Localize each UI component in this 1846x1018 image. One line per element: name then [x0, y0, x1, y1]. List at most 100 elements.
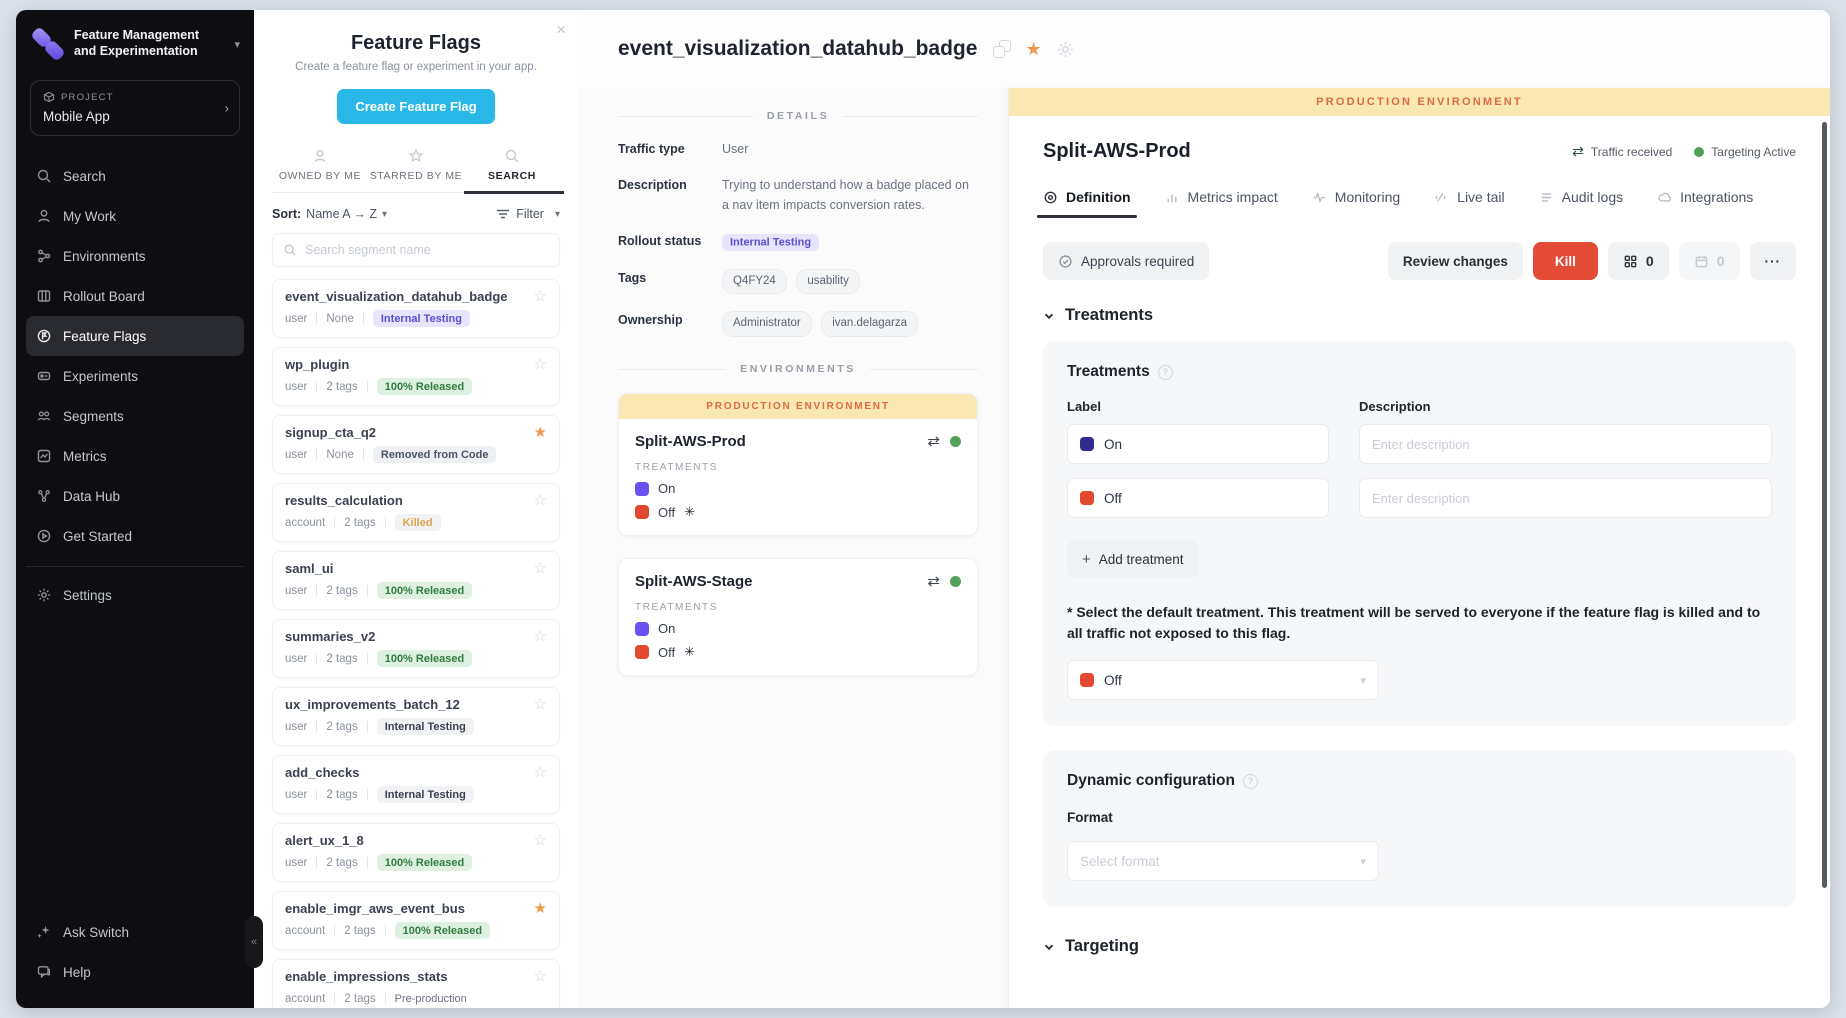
tab-audit-logs[interactable]: Audit logs — [1539, 189, 1623, 218]
flag-name: signup_cta_q2 — [285, 425, 534, 440]
list-item[interactable]: signup_cta_q2★ userNoneRemoved from Code — [272, 415, 560, 474]
targeting-section-header[interactable]: Targeting — [1043, 937, 1796, 956]
treatment-label-field-on[interactable]: On — [1067, 424, 1329, 464]
format-select[interactable]: Select format ▾ — [1067, 841, 1379, 881]
treatment-label-field-off[interactable]: Off — [1067, 478, 1329, 518]
star-icon — [408, 148, 424, 164]
person-icon — [36, 208, 52, 224]
treatment-description-input[interactable] — [1372, 437, 1759, 452]
list-item[interactable]: results_calculation☆ account2 tagsKilled — [272, 483, 560, 542]
tab-metrics-impact[interactable]: Metrics impact — [1165, 189, 1278, 218]
list-item[interactable]: wp_plugin☆ user2 tags100% Released — [272, 347, 560, 406]
review-changes-button[interactable]: Review changes — [1388, 242, 1523, 280]
sidebar-item-my-work[interactable]: My Work — [26, 196, 244, 236]
list-item[interactable]: summaries_v2☆ user2 tags100% Released — [272, 619, 560, 678]
chart-icon — [36, 448, 52, 464]
sidebar-item-environments[interactable]: Environments — [26, 236, 244, 276]
tab-integrations[interactable]: Integrations — [1657, 189, 1753, 218]
tab-owned-by-me[interactable]: OWNED BY ME — [272, 142, 368, 192]
tab-definition[interactable]: Definition — [1043, 189, 1131, 218]
flags-panel-title: Feature Flags — [272, 32, 560, 55]
list-item[interactable]: event_visualization_datahub_badge☆ userN… — [272, 279, 560, 338]
sidebar-nav: Search My Work Environments Rollout Boar… — [16, 152, 254, 619]
sidebar-item-metrics[interactable]: Metrics — [26, 436, 244, 476]
treatment-description-input[interactable] — [1372, 491, 1759, 506]
sort-value[interactable]: Name A → Z — [306, 207, 377, 221]
production-environment-banner: PRODUCTION ENVIRONMENT — [619, 394, 977, 419]
label-column-header: Label — [1067, 399, 1329, 414]
targeting-active-dot — [950, 576, 961, 587]
sidebar-item-feature-flags[interactable]: Feature Flags — [26, 316, 244, 356]
list-item[interactable]: ux_improvements_batch_12☆ user2 tagsInte… — [272, 687, 560, 746]
app-window: Feature Management and Experimentation ▾… — [16, 10, 1830, 1008]
star-icon[interactable]: ☆ — [534, 493, 547, 508]
star-icon[interactable]: ☆ — [534, 765, 547, 780]
tab-starred-by-me[interactable]: STARRED BY ME — [368, 142, 464, 192]
more-options-button[interactable]: ··· — [1750, 242, 1797, 280]
sidebar-item-rollout-board[interactable]: Rollout Board — [26, 276, 244, 316]
pending-changes-button[interactable]: 0 — [1608, 242, 1669, 280]
help-icon[interactable]: ? — [1158, 365, 1173, 380]
list-item[interactable]: enable_impressions_stats☆ account2 tagsP… — [272, 959, 560, 1008]
sidebar-item-ask-switch[interactable]: Ask Switch — [26, 912, 244, 952]
sidebar-item-search[interactable]: Search — [26, 156, 244, 196]
close-icon[interactable]: × — [556, 20, 566, 40]
star-icon[interactable]: ★ — [534, 425, 547, 440]
environment-name: Split-AWS-Stage — [635, 573, 927, 590]
star-icon[interactable]: ☆ — [534, 969, 547, 984]
help-icon[interactable]: ? — [1243, 774, 1258, 789]
flag-name: enable_imgr_aws_event_bus — [285, 901, 534, 916]
brand[interactable]: Feature Management and Experimentation ▾ — [16, 10, 254, 70]
vertical-scrollbar[interactable] — [1822, 122, 1827, 888]
list-item[interactable]: saml_ui☆ user2 tags100% Released — [272, 551, 560, 610]
gear-icon[interactable] — [1056, 40, 1075, 59]
chevron-down-icon[interactable]: ▾ — [234, 38, 240, 51]
star-icon[interactable]: ☆ — [534, 629, 547, 644]
sidebar-item-experiments[interactable]: Experiments — [26, 356, 244, 396]
list-item[interactable]: enable_imgr_aws_event_bus★ account2 tags… — [272, 891, 560, 950]
details-section-header: DETAILS — [618, 110, 978, 122]
scheduled-changes-button[interactable]: 0 — [1679, 242, 1740, 280]
treatment-color-swatch — [1080, 491, 1094, 505]
live-tail-icon — [1434, 190, 1449, 205]
project-selector[interactable]: PROJECT Mobile App › — [30, 80, 240, 136]
cube-icon — [43, 91, 55, 103]
environment-card-stage[interactable]: Split-AWS-Stage ⇄ TREATMENTS On Off✳ — [618, 558, 978, 676]
chevron-down-icon[interactable]: ▾ — [382, 209, 387, 220]
star-icon[interactable]: ★ — [1025, 39, 1041, 60]
sidebar-divider — [26, 566, 244, 567]
star-icon[interactable]: ☆ — [534, 561, 547, 576]
environments-section-header: ENVIRONMENTS — [618, 363, 978, 375]
approvals-required-pill[interactable]: Approvals required — [1043, 242, 1209, 280]
environment-card-prod[interactable]: PRODUCTION ENVIRONMENT Split-AWS-Prod ⇄ … — [618, 393, 978, 536]
tab-monitoring[interactable]: Monitoring — [1312, 189, 1400, 218]
sidebar-item-segments[interactable]: Segments — [26, 396, 244, 436]
tab-search[interactable]: SEARCH — [464, 142, 560, 192]
flag-search-input[interactable] — [305, 243, 549, 257]
star-icon[interactable]: ☆ — [534, 833, 547, 848]
star-icon[interactable]: ☆ — [534, 697, 547, 712]
list-item[interactable]: alert_ux_1_8☆ user2 tags100% Released — [272, 823, 560, 882]
sparkles-icon — [36, 924, 52, 940]
sidebar-item-help[interactable]: Help — [26, 952, 244, 992]
tag-pill: usability — [796, 269, 860, 295]
tab-live-tail[interactable]: Live tail — [1434, 189, 1504, 218]
sidebar-item-get-started[interactable]: Get Started — [26, 516, 244, 556]
star-icon[interactable]: ☆ — [534, 289, 547, 304]
sidebar-collapse-handle[interactable]: « — [245, 916, 263, 968]
default-treatment-select[interactable]: Off ▾ — [1067, 660, 1379, 700]
status-badge: Internal Testing — [373, 310, 470, 327]
status-badge: 100% Released — [395, 922, 491, 939]
filter-button[interactable]: Filter ▾ — [496, 207, 560, 221]
sidebar-item-settings[interactable]: Settings — [26, 575, 244, 615]
star-icon[interactable]: ☆ — [534, 357, 547, 372]
kill-button[interactable]: Kill — [1533, 242, 1598, 280]
sidebar-item-data-hub[interactable]: Data Hub — [26, 476, 244, 516]
list-item[interactable]: add_checks☆ user2 tagsInternal Testing — [272, 755, 560, 814]
copy-icon[interactable] — [993, 40, 1011, 58]
add-treatment-button[interactable]: + Add treatment — [1067, 540, 1199, 578]
treatments-section-header[interactable]: Treatments — [1043, 306, 1796, 325]
create-feature-flag-button[interactable]: Create Feature Flag — [337, 89, 494, 124]
environment-name: Split-AWS-Prod — [635, 433, 927, 450]
star-icon[interactable]: ★ — [534, 901, 547, 916]
